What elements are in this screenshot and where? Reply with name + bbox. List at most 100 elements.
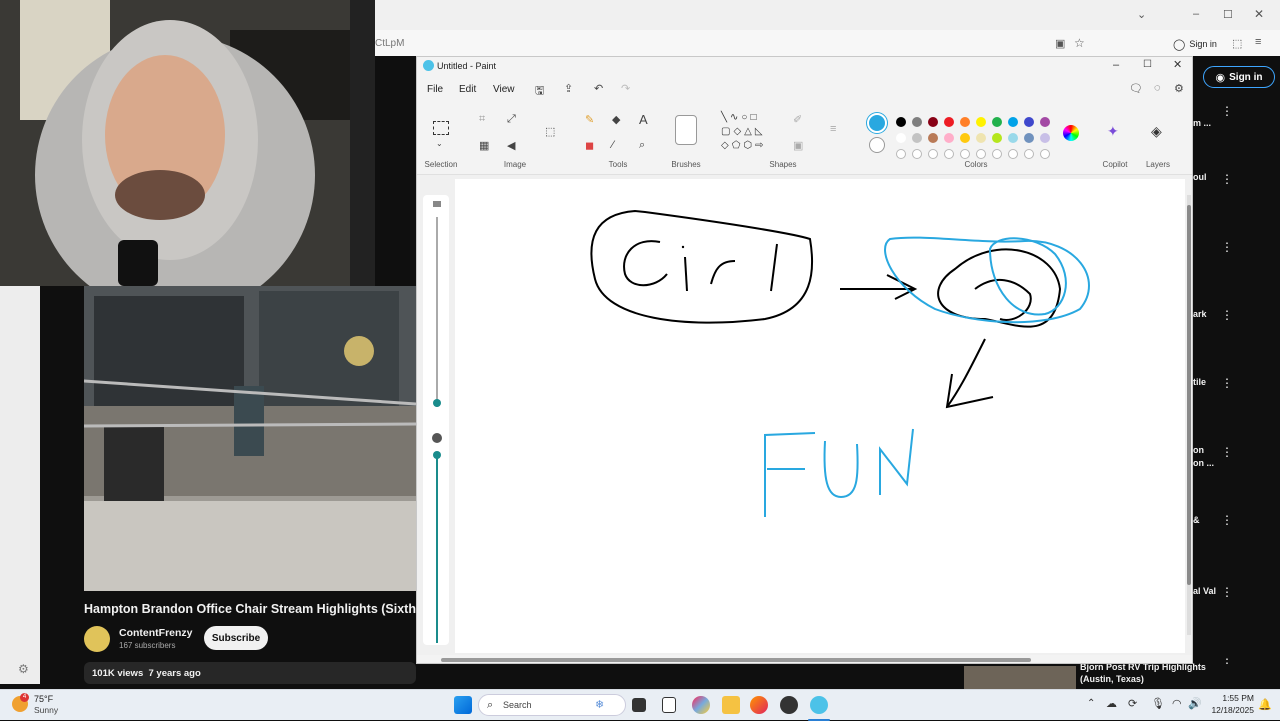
task-view-icon[interactable] bbox=[632, 698, 646, 712]
pencil-icon[interactable]: ✎ bbox=[585, 113, 594, 126]
custom-color-slot[interactable] bbox=[944, 149, 954, 159]
color-swatch[interactable] bbox=[928, 117, 938, 127]
brush-icon[interactable] bbox=[675, 115, 697, 145]
account-icon[interactable]: ◌ bbox=[1154, 82, 1161, 94]
opacity-slider-track[interactable] bbox=[436, 453, 438, 643]
menu-view[interactable]: View bbox=[493, 84, 515, 95]
crop-icon[interactable]: ⌗ bbox=[479, 113, 485, 126]
redo-icon[interactable]: ↷ bbox=[621, 82, 630, 95]
sync-icon[interactable]: ⟳ bbox=[1128, 697, 1137, 710]
custom-color-slot[interactable] bbox=[960, 149, 970, 159]
eraser-icon[interactable]: ◼ bbox=[585, 139, 594, 152]
size-slider-track[interactable] bbox=[436, 217, 438, 407]
menu-file[interactable]: File bbox=[427, 84, 443, 95]
chevron-down-icon[interactable]: ⌄ bbox=[1137, 8, 1146, 21]
custom-color-slot[interactable] bbox=[928, 149, 938, 159]
notifications-icon[interactable]: 🔔 bbox=[1258, 698, 1272, 711]
file-explorer-icon[interactable] bbox=[722, 696, 740, 714]
more-icon[interactable]: ⋮ bbox=[1221, 585, 1233, 599]
selection-icon[interactable] bbox=[433, 121, 449, 135]
channel-name[interactable]: ContentFrenzy bbox=[119, 627, 193, 639]
video-player[interactable] bbox=[84, 286, 416, 591]
horizontal-scrollbar-thumb[interactable] bbox=[441, 658, 1031, 662]
color-swatch[interactable] bbox=[912, 133, 922, 143]
primary-color[interactable] bbox=[867, 113, 887, 133]
obs-icon[interactable] bbox=[780, 696, 798, 714]
color-picker-icon[interactable]: ⁄ bbox=[612, 139, 614, 151]
custom-color-slot[interactable] bbox=[896, 149, 906, 159]
more-icon[interactable]: ⋮ bbox=[1221, 240, 1233, 254]
address-bar-fragment[interactable]: CtLpM bbox=[375, 38, 404, 49]
color-swatch[interactable] bbox=[976, 133, 986, 143]
color-swatch[interactable] bbox=[928, 133, 938, 143]
sidebar-item-text[interactable]: al Val bbox=[1193, 586, 1216, 596]
more-icon[interactable]: ⋮ bbox=[1221, 445, 1233, 459]
fill-icon[interactable]: ◆ bbox=[612, 113, 620, 126]
extensions-icon[interactable]: ⬚ bbox=[1232, 37, 1242, 50]
sidebar-item-text[interactable]: m ... bbox=[1193, 118, 1211, 128]
clock-time[interactable]: 1:55 PM bbox=[1206, 693, 1254, 703]
more-icon[interactable]: ⋮ bbox=[1221, 376, 1233, 390]
color-swatch[interactable] bbox=[976, 117, 986, 127]
color-swatch[interactable] bbox=[896, 117, 906, 127]
layers-icon[interactable]: ◈ bbox=[1151, 123, 1162, 140]
copilot-taskbar-icon[interactable] bbox=[692, 696, 710, 714]
color-swatch[interactable] bbox=[992, 117, 1002, 127]
close-icon[interactable]: ✕ bbox=[1173, 58, 1182, 71]
resize-icon[interactable]: ⤢ bbox=[507, 113, 516, 126]
text-icon[interactable]: A bbox=[639, 112, 648, 127]
custom-color-slot[interactable] bbox=[992, 149, 1002, 159]
recommended-thumbnail[interactable] bbox=[964, 666, 1076, 689]
shapes-gallery[interactable]: ╲∿○□ ▢◇△◺ ◇⬠⬡⇨ bbox=[721, 111, 779, 157]
close-icon[interactable]: ✕ bbox=[1254, 7, 1264, 21]
chevron-down-icon[interactable]: ⌄ bbox=[436, 139, 443, 148]
wifi-icon[interactable]: ◠ bbox=[1172, 697, 1182, 710]
custom-color-slot[interactable] bbox=[912, 149, 922, 159]
color-swatch[interactable] bbox=[944, 117, 954, 127]
channel-avatar[interactable] bbox=[84, 626, 110, 652]
shape-fill-icon[interactable]: ▣ bbox=[793, 139, 803, 152]
sidebar-item-text[interactable]: ark bbox=[1193, 309, 1207, 319]
feedback-icon[interactable]: 🗨 bbox=[1129, 82, 1143, 95]
vertical-scrollbar-thumb[interactable] bbox=[1187, 205, 1191, 585]
color-swatch[interactable] bbox=[1040, 133, 1050, 143]
custom-color-slot[interactable] bbox=[976, 149, 986, 159]
more-icon[interactable]: ⋮ bbox=[1221, 308, 1233, 322]
color-swatch[interactable] bbox=[1008, 117, 1018, 127]
color-swatch[interactable] bbox=[960, 133, 970, 143]
star-icon[interactable]: ☆ bbox=[1074, 36, 1085, 50]
size-slider-thumb[interactable] bbox=[433, 399, 441, 407]
minimize-icon[interactable]: – bbox=[1193, 8, 1199, 20]
more-icon[interactable]: ⋮ bbox=[1221, 513, 1233, 527]
image-creator-icon[interactable]: ⬚ bbox=[545, 125, 555, 138]
chevron-up-icon[interactable]: ⌃ bbox=[1087, 698, 1095, 709]
subscribe-button[interactable]: Subscribe bbox=[204, 626, 268, 650]
gear-icon[interactable]: ⚙ bbox=[18, 662, 29, 676]
browser-sign-in-button[interactable]: ◯ Sign in bbox=[1173, 35, 1217, 53]
paint-taskbar-icon[interactable] bbox=[810, 696, 828, 714]
sidebar-item-text[interactable]: oul bbox=[1193, 172, 1207, 182]
sidebar-item-text[interactable]: & bbox=[1193, 515, 1200, 525]
start-icon[interactable] bbox=[454, 696, 472, 714]
youtube-sign-in-button[interactable]: ◉ Sign in bbox=[1203, 66, 1275, 88]
minimize-icon[interactable]: – bbox=[1113, 59, 1119, 71]
volume-icon[interactable]: 🔊 bbox=[1188, 697, 1202, 710]
maximize-icon[interactable]: ☐ bbox=[1223, 8, 1233, 21]
reading-mode-icon[interactable]: ▣ bbox=[1055, 37, 1065, 50]
recommended-title[interactable]: Bjorn Post RV Trip Highlights (Austin, T… bbox=[1080, 661, 1225, 687]
sidebar-item-text[interactable]: tile bbox=[1193, 377, 1206, 387]
microphone-icon[interactable]: 🎙 bbox=[1151, 697, 1165, 710]
color-swatch[interactable] bbox=[1024, 117, 1034, 127]
menu-icon[interactable]: ≡ bbox=[1255, 36, 1261, 48]
share-icon[interactable]: ⇪ bbox=[564, 82, 573, 95]
color-swatch[interactable] bbox=[1024, 133, 1034, 143]
color-swatch[interactable] bbox=[1008, 133, 1018, 143]
cloud-icon[interactable]: ☁ bbox=[1106, 697, 1117, 710]
maximize-icon[interactable]: ☐ bbox=[1143, 59, 1152, 70]
color-swatch[interactable] bbox=[992, 133, 1002, 143]
color-swatch[interactable] bbox=[912, 117, 922, 127]
secondary-color[interactable] bbox=[869, 137, 885, 153]
settings-icon[interactable]: ⚙ bbox=[1174, 82, 1184, 95]
custom-color-slot[interactable] bbox=[1040, 149, 1050, 159]
edit-colors-icon[interactable] bbox=[1063, 125, 1079, 141]
